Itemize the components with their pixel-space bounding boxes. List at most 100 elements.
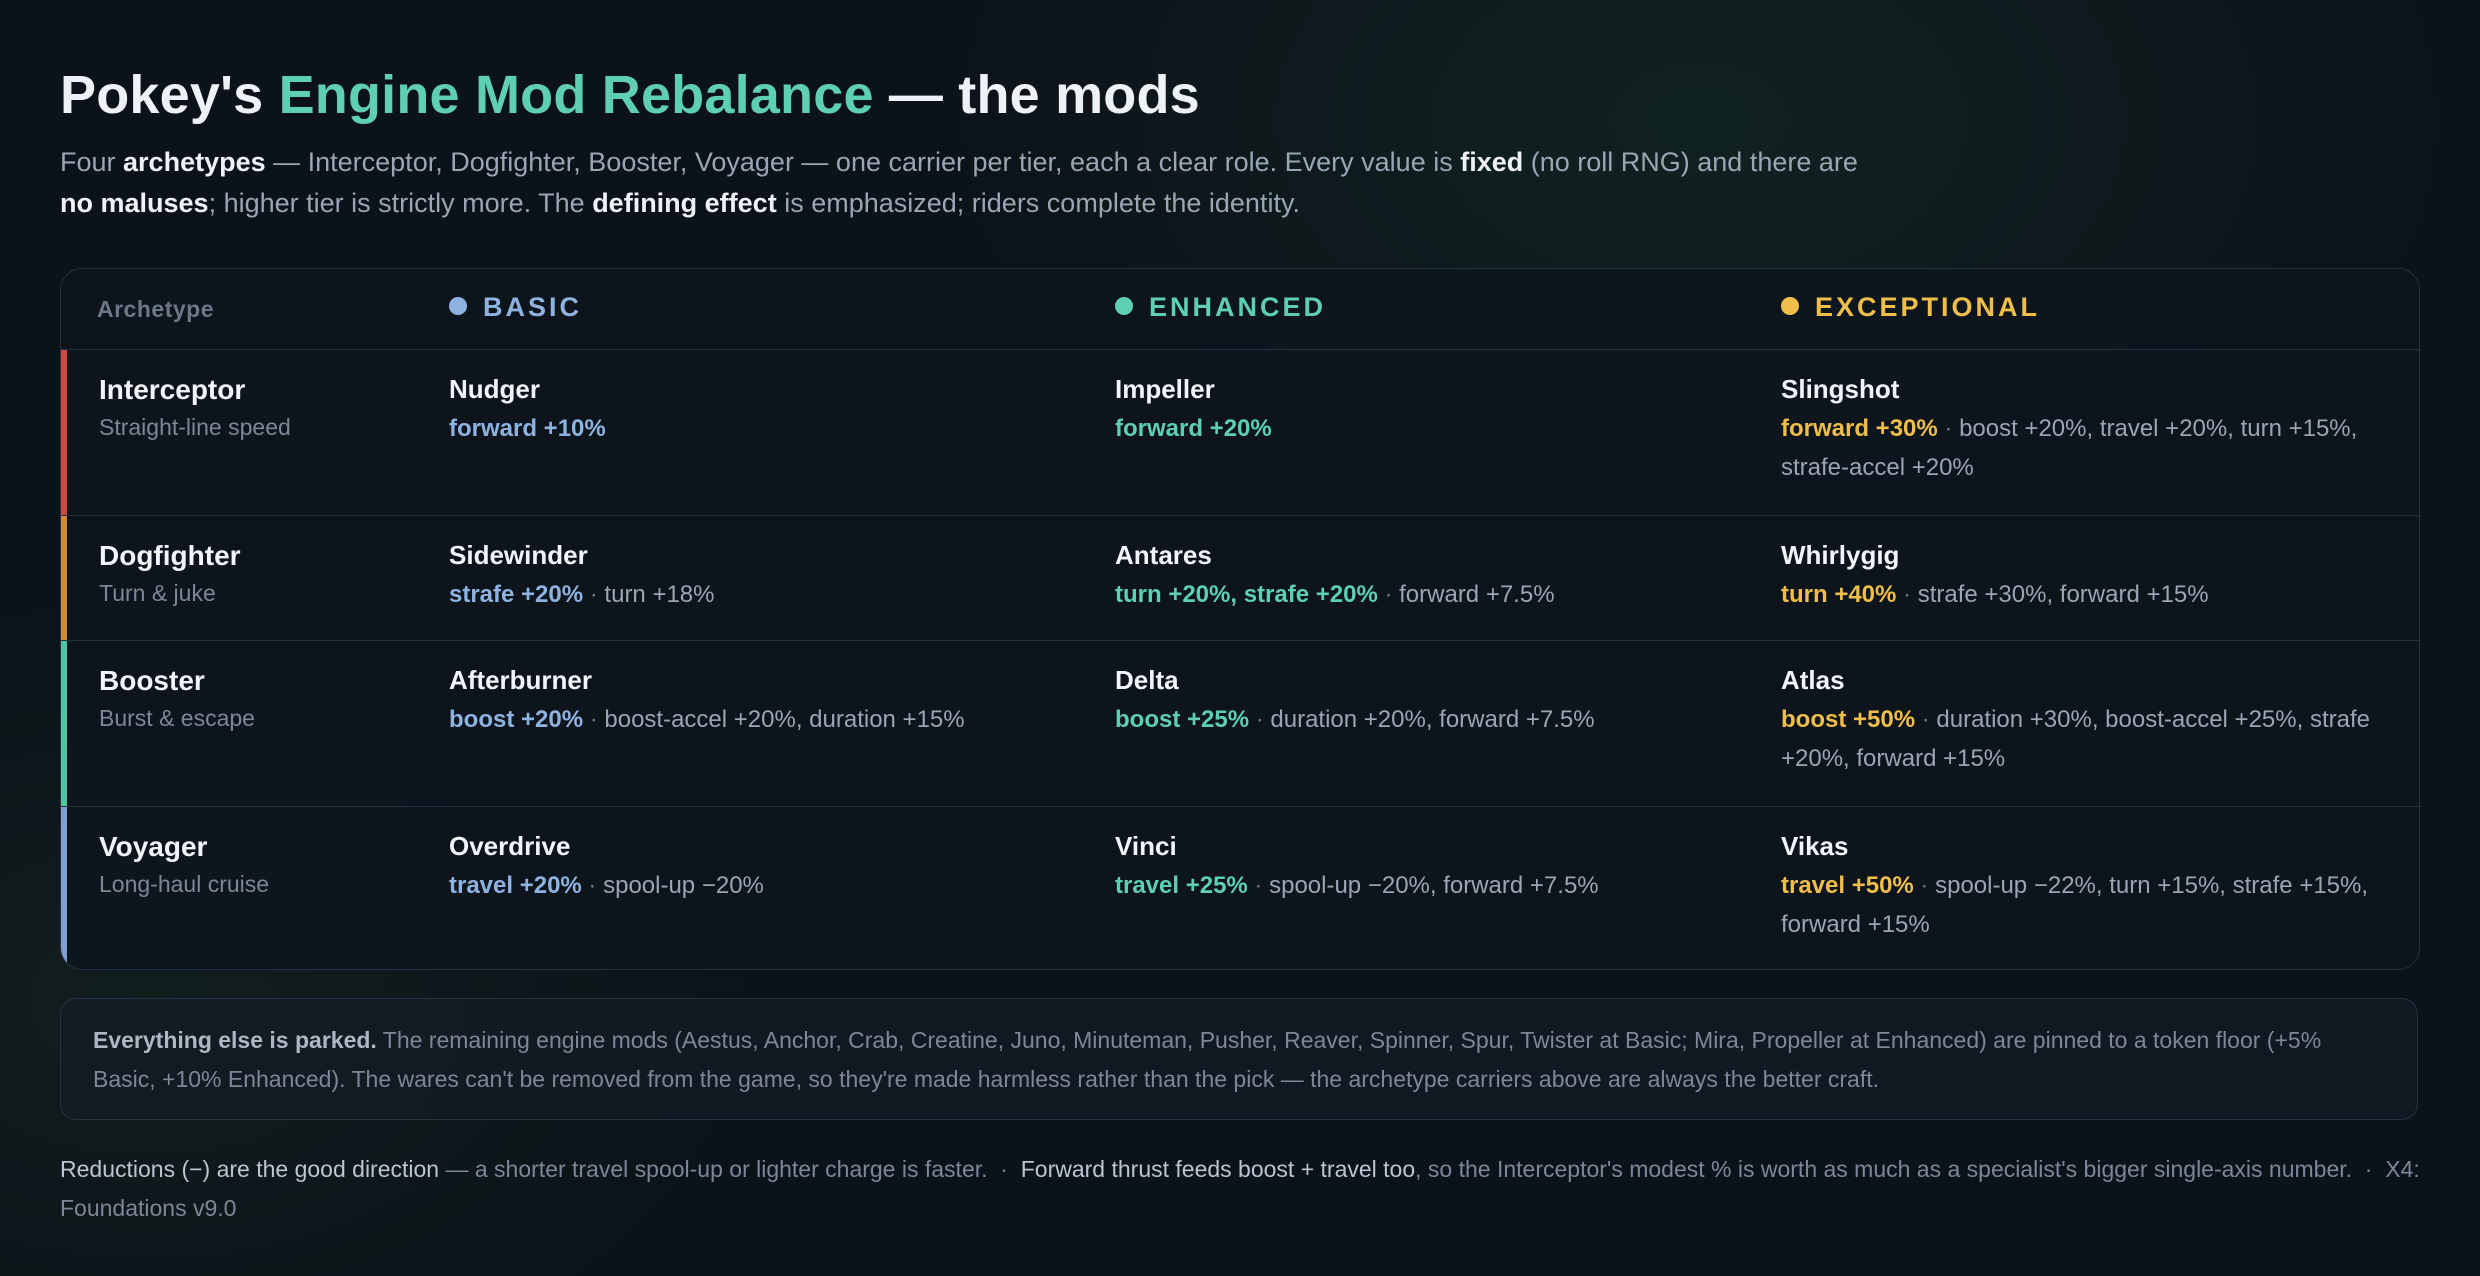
footer-separator: · — [2352, 1156, 2386, 1182]
mod-effect: forward +10% — [449, 415, 606, 442]
separator: · — [1247, 872, 1270, 899]
mod-effect: boost +20% — [449, 706, 584, 733]
mod-name: Overdrive — [449, 831, 571, 861]
archetype-desc: Turn & juke — [99, 580, 216, 606]
separator: · — [1915, 706, 1937, 733]
mod-name: Impeller — [1115, 374, 1215, 404]
footer-text: , so the Interceptor's modest % is worth… — [1415, 1156, 2353, 1182]
mod-name: Sidewinder — [449, 540, 588, 570]
mod-riders: duration +20%, forward +7.5% — [1270, 706, 1595, 733]
mod-riders: forward +7.5% — [1399, 581, 1555, 608]
intro-emphasis: fixed — [1460, 147, 1524, 177]
title-part2: — the mods — [873, 65, 1200, 125]
archetype-color-bar — [61, 807, 67, 969]
cell-exceptional: Slingshot forward +30% · boost +20%, trav… — [1781, 374, 2419, 487]
intro-emphasis: archetypes — [123, 147, 266, 177]
footer-highlight: Forward thrust feeds boost + travel too — [1020, 1156, 1416, 1182]
mod-name: Afterburner — [449, 665, 593, 695]
mod-name: Atlas — [1781, 665, 1845, 695]
separator: · — [1249, 706, 1271, 733]
mod-effect: travel +25% — [1115, 872, 1248, 899]
separator: · — [1377, 581, 1400, 608]
basic-tier-dot-icon — [449, 296, 467, 315]
cell-enhanced: Vinci travel +25% · spool-up −20%, forwar… — [1115, 831, 1755, 905]
archetype-name: Voyager — [99, 831, 208, 862]
footer: Reductions (−) are the good direction — … — [60, 1150, 2420, 1228]
parked-note: Everything else is parked. The remaining… — [60, 998, 2418, 1120]
intro-text: Four — [60, 147, 124, 177]
mod-effect: boost +50% — [1781, 706, 1916, 733]
cell-enhanced: Antares turn +20%, strafe +20% · forward … — [1115, 540, 1755, 614]
mod-effect: turn +20%, strafe +20% — [1115, 581, 1378, 608]
enhanced-tier-dot-icon — [1115, 296, 1133, 315]
mod-riders: boost-accel +20%, duration +15% — [604, 706, 965, 733]
cell-exceptional: Vikas travel +50% · spool-up −22%, turn +… — [1781, 831, 2419, 944]
mod-name: Nudger — [449, 374, 540, 404]
separator: · — [1913, 872, 1936, 899]
separator: · — [1937, 415, 1960, 442]
archetype-name: Interceptor — [99, 374, 246, 405]
cell-enhanced: Impeller forward +20% — [1115, 374, 1755, 448]
mod-riders: spool-up −20% — [603, 872, 764, 899]
table-row-booster: Booster Burst & escape Afterburner boost … — [61, 641, 2419, 807]
header-enhanced: ENHANCED — [1115, 292, 1326, 323]
mod-name: Vikas — [1781, 831, 1849, 861]
archetype-name: Booster — [99, 665, 205, 696]
archetype-desc: Burst & escape — [99, 705, 255, 731]
page-title: Pokey's Engine Mod Rebalance — the mods — [60, 64, 1200, 126]
cell-basic: Nudger forward +10% — [449, 374, 1089, 448]
archetype-desc: Long-haul cruise — [99, 871, 270, 897]
header-archetype: Archetype — [97, 296, 214, 322]
intro-text: is emphasized; riders complete the ident… — [776, 188, 1300, 218]
mod-name: Slingshot — [1781, 374, 1900, 404]
title-accent: Engine Mod Rebalance — [278, 65, 874, 125]
mod-effect: boost +25% — [1115, 706, 1250, 733]
mod-effect: forward +30% — [1781, 415, 1938, 442]
mod-riders: turn +18% — [604, 581, 715, 608]
table-row-interceptor: Interceptor Straight-line speed Nudger fo… — [61, 350, 2419, 516]
note-text: The remaining engine mods (Aestus, Ancho… — [93, 1027, 2322, 1092]
mod-name: Vinci — [1115, 831, 1177, 861]
header-basic-label: BASIC — [483, 292, 583, 322]
cell-enhanced: Delta boost +25% · duration +20%, forward… — [1115, 665, 1755, 739]
mod-effect: turn +40% — [1781, 581, 1897, 608]
intro-emphasis: defining effect — [592, 188, 777, 218]
header-exceptional: EXCEPTIONAL — [1781, 292, 2040, 323]
header-basic: BASIC — [449, 292, 582, 323]
header-enhanced-label: ENHANCED — [1149, 292, 1327, 322]
separator: · — [583, 706, 605, 733]
cell-basic: Overdrive travel +20% · spool-up −20% — [449, 831, 1089, 905]
mods-table: Archetype BASIC ENHANCED EXCEPTIONAL Int… — [60, 268, 2420, 970]
mod-effect: travel +50% — [1781, 872, 1914, 899]
header-exceptional-label: EXCEPTIONAL — [1815, 292, 2041, 322]
footer-separator: · — [987, 1156, 1021, 1182]
table-header: Archetype BASIC ENHANCED EXCEPTIONAL — [61, 269, 2419, 350]
archetype-desc: Straight-line speed — [99, 414, 291, 440]
archetype-color-bar — [61, 350, 67, 515]
cell-exceptional: Whirlygig turn +40% · strafe +30%, forwar… — [1781, 540, 2419, 614]
cell-basic: Afterburner boost +20% · boost-accel +20%… — [449, 665, 1089, 739]
table-row-dogfighter: Dogfighter Turn & juke Sidewinder strafe … — [61, 516, 2419, 641]
archetype-color-bar — [61, 516, 67, 640]
mod-name: Delta — [1115, 665, 1179, 695]
intro-text: ; higher tier is strictly more. The — [208, 188, 593, 218]
mod-name: Whirlygig — [1781, 540, 1900, 570]
archetype-name: Dogfighter — [99, 540, 241, 571]
intro-emphasis: no maluses — [60, 188, 209, 218]
exceptional-tier-dot-icon — [1781, 296, 1799, 315]
intro-text: — Interceptor, Dogfighter, Booster, Voya… — [265, 147, 1461, 177]
mod-effect: travel +20% — [449, 872, 582, 899]
footer-highlight: Reductions (−) are the good direction — [60, 1156, 440, 1182]
intro-text: (no roll RNG) and there are — [1523, 147, 1858, 177]
intro-paragraph: Four archetypes — Interceptor, Dogfighte… — [60, 142, 1880, 224]
separator: · — [1896, 581, 1918, 608]
separator: · — [583, 581, 605, 608]
footer-text: — a shorter travel spool-up or lighter c… — [439, 1156, 988, 1182]
cell-exceptional: Atlas boost +50% · duration +30%, boost-a… — [1781, 665, 2419, 778]
mod-name: Antares — [1115, 540, 1212, 570]
archetype-color-bar — [61, 641, 67, 806]
title-part1: Pokey's — [60, 65, 279, 125]
separator: · — [581, 872, 604, 899]
mod-effect: strafe +20% — [449, 581, 584, 608]
mod-riders: strafe +30%, forward +15% — [1917, 581, 2209, 608]
